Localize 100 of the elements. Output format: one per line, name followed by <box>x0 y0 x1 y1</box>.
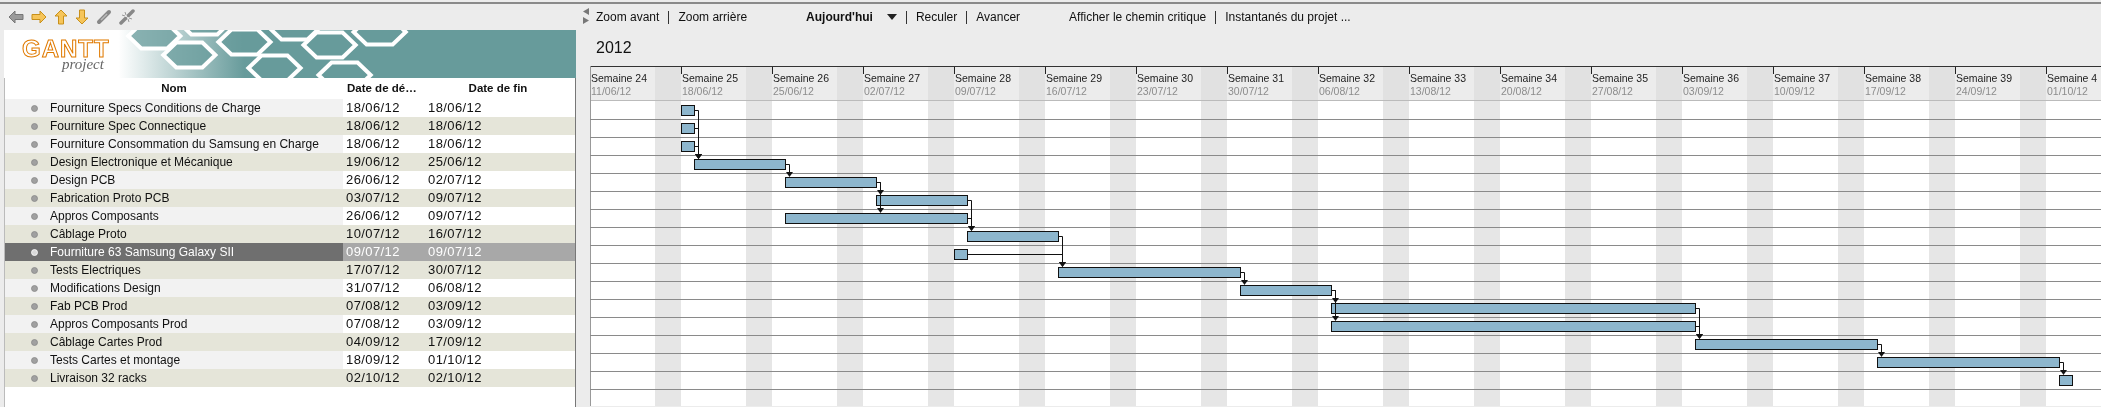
task-name: Câblage Proto <box>50 226 127 243</box>
end-date: 17/09/12 <box>427 333 483 351</box>
start-date: 02/10/12 <box>345 369 401 387</box>
week-date: 01/10/12 <box>2047 85 2088 97</box>
week-label: Semaine 4 <box>2047 72 2098 84</box>
toolbar-button[interactable]: Zoom arrière <box>669 8 757 26</box>
toolbar-button[interactable]: Instantanés du projet ... <box>1216 8 1360 26</box>
toolbar-button[interactable]: Reculer <box>906 8 967 26</box>
week-tick <box>1045 66 1046 75</box>
link-icon[interactable] <box>96 9 112 25</box>
week-label: Semaine 36 <box>1683 72 1740 84</box>
week-label: Semaine 29 <box>1046 72 1103 84</box>
task-bar[interactable] <box>876 195 968 206</box>
start-date: 17/07/12 <box>345 261 401 279</box>
week-label: Semaine 24 <box>591 72 648 84</box>
task-row[interactable]: Tests Electriques 17/07/12 30/07/12 <box>5 261 575 279</box>
week-tick <box>1682 66 1683 75</box>
bullet-icon <box>31 122 38 130</box>
toolbar-button[interactable]: Afficher le chemin critique <box>1069 8 1216 26</box>
task-bar[interactable] <box>681 123 695 134</box>
start-date: 04/09/12 <box>345 333 401 351</box>
week-tick <box>1409 66 1410 75</box>
task-row[interactable]: Livraison 32 racks 02/10/12 02/10/12 <box>5 369 575 387</box>
task-bar[interactable] <box>1331 303 1696 314</box>
column-header[interactable]: Nom <box>5 79 343 98</box>
start-date: 31/07/12 <box>345 279 401 297</box>
task-name: Câblage Cartes Prod <box>50 334 163 351</box>
end-date: 03/09/12 <box>427 297 483 315</box>
back-arrow-icon[interactable] <box>8 10 24 24</box>
week-date: 23/07/12 <box>1137 85 1178 97</box>
week-tick <box>1591 66 1592 75</box>
week-tick <box>1955 66 1956 75</box>
bullet-icon <box>31 302 38 310</box>
task-row[interactable]: Fabrication Proto PCB 03/07/12 09/07/12 <box>5 189 575 207</box>
week-label: Semaine 38 <box>1865 72 1922 84</box>
week-label: Semaine 32 <box>1319 72 1376 84</box>
bullet-icon <box>31 320 38 328</box>
triangle-left-icon[interactable] <box>583 8 589 15</box>
task-row[interactable]: Câblage Cartes Prod 04/09/12 17/09/12 <box>5 333 575 351</box>
week-date: 03/09/12 <box>1683 85 1724 97</box>
task-row[interactable]: Design Electronique et Mécanique 19/06/12 25/06/12 <box>5 153 575 171</box>
task-name: Tests Electriques <box>50 262 141 279</box>
dependency-arrow <box>876 182 884 213</box>
toolbar-button[interactable]: Avancer <box>967 8 1030 26</box>
task-bar[interactable] <box>1877 357 2060 368</box>
task-bar[interactable] <box>1331 321 1696 332</box>
end-date: 18/06/12 <box>427 99 483 117</box>
task-bar[interactable] <box>1695 339 1878 350</box>
task-bar[interactable] <box>2059 375 2073 386</box>
column-header[interactable]: Date de fin <box>423 79 573 98</box>
end-date: 09/07/12 <box>427 243 483 261</box>
task-bar[interactable] <box>694 159 786 170</box>
caret-icon <box>886 14 897 20</box>
week-date: 09/07/12 <box>955 85 996 97</box>
task-bar[interactable] <box>967 231 1059 242</box>
task-name: Fab PCB Prod <box>50 298 128 315</box>
end-date: 16/07/12 <box>427 225 483 243</box>
week-tick <box>1136 66 1137 75</box>
week-date: 11/06/12 <box>591 85 632 97</box>
start-date: 07/08/12 <box>345 315 401 333</box>
start-date: 19/06/12 <box>345 153 401 171</box>
toolbar-button[interactable]: Zoom avant <box>596 8 669 26</box>
task-bar[interactable] <box>954 249 968 260</box>
today-dropdown[interactable]: Aujourd'hui <box>806 8 906 26</box>
week-tick <box>2046 66 2047 75</box>
end-date: 09/07/12 <box>427 189 483 207</box>
task-name: Livraison 32 racks <box>50 370 147 387</box>
unlink-icon[interactable] <box>119 9 135 25</box>
week-date: 17/09/12 <box>1865 85 1906 97</box>
task-row[interactable]: Câblage Proto 10/07/12 16/07/12 <box>5 225 575 243</box>
bullet-icon <box>31 158 38 166</box>
bullet-icon <box>31 140 38 148</box>
column-header[interactable]: Date de dé… <box>343 79 423 98</box>
week-tick <box>1773 66 1774 75</box>
start-date: 18/06/12 <box>345 135 401 153</box>
task-bar[interactable] <box>785 213 968 224</box>
week-date: 27/08/12 <box>1592 85 1633 97</box>
task-bar[interactable] <box>1240 285 1332 296</box>
week-label: Semaine 34 <box>1501 72 1558 84</box>
start-date: 18/09/12 <box>345 351 401 369</box>
dependency-arrow <box>785 164 793 177</box>
start-date: 26/06/12 <box>345 171 401 189</box>
week-tick <box>1500 66 1501 75</box>
task-bar[interactable] <box>1058 267 1241 278</box>
week-label: Semaine 33 <box>1410 72 1467 84</box>
task-row[interactable]: Fourniture Spec Connectique 18/06/12 18/06/12 <box>5 117 575 135</box>
task-name: Design PCB <box>50 172 116 189</box>
task-row[interactable]: Fab PCB Prod 07/08/12 03/09/12 <box>5 297 575 315</box>
start-date: 18/06/12 <box>345 99 401 117</box>
task-row[interactable]: Fourniture 63 Samsung Galaxy SII 09/07/12 09/07/12 <box>5 243 575 261</box>
triangle-right-icon[interactable] <box>583 17 589 24</box>
bullet-icon <box>31 356 38 364</box>
week-date: 25/06/12 <box>773 85 814 97</box>
bullet-icon <box>31 176 38 184</box>
task-bar[interactable] <box>681 141 695 152</box>
bullet-icon <box>31 194 38 202</box>
bullet-icon <box>31 104 38 112</box>
task-bar[interactable] <box>785 177 877 188</box>
task-bar[interactable] <box>681 105 695 116</box>
week-tick <box>954 66 955 75</box>
